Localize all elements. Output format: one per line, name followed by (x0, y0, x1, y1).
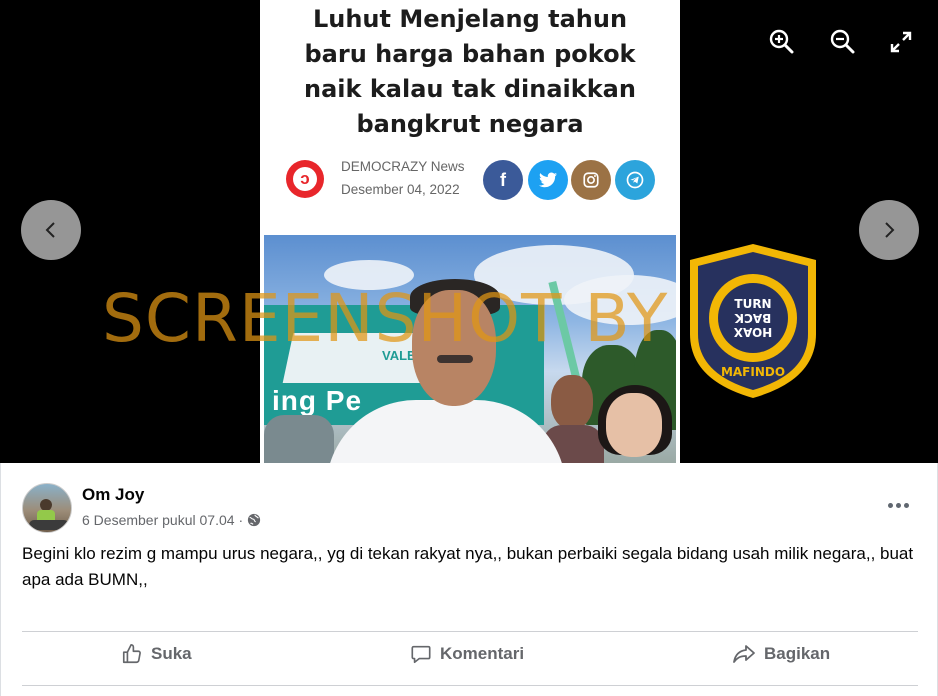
like-label: Suka (151, 644, 192, 663)
comment-button[interactable]: Komentari (410, 643, 524, 665)
post-meta: 6 Desember pukul 07.04 · (82, 512, 261, 528)
globe-icon[interactable] (247, 513, 261, 527)
photo-viewer: Luhut Menjelang tahun baru harga bahan p… (0, 0, 938, 463)
share-label: Bagikan (764, 644, 831, 663)
banner-text: ing Pe (272, 385, 363, 416)
source-date: Desember 04, 2022 (341, 182, 460, 197)
chevron-left-icon (45, 222, 55, 238)
facebook-icon: f (483, 160, 523, 200)
mafindo-badge: TURN BACK HOAX MAFINDO (690, 244, 816, 398)
post-timestamp[interactable]: 6 Desember pukul 07.04 (82, 512, 235, 528)
comment-label: Komentari (440, 644, 525, 663)
post-text: Begini klo rezim g mampu urus negara,, y… (22, 544, 914, 589)
previous-photo-button[interactable] (21, 200, 81, 260)
like-button[interactable]: Suka (121, 643, 192, 665)
fullscreen-icon[interactable] (889, 30, 913, 54)
source-logo: ɔ (286, 160, 324, 198)
zoom-out-icon[interactable] (829, 28, 855, 54)
telegram-icon (615, 160, 655, 200)
next-photo-button[interactable] (859, 200, 919, 260)
article-headline: Luhut Menjelang tahun baru harga bahan p… (304, 5, 636, 138)
more-options-button[interactable] (885, 495, 911, 515)
badge-hoax: HOAX (733, 325, 772, 339)
post-card: Om Joy 6 Desember pukul 07.04 · Begini k… (0, 463, 938, 696)
source-name: DEMOCRAZY News (341, 159, 465, 174)
badge-mafindo: MAFINDO (721, 365, 785, 379)
shared-article-image: Luhut Menjelang tahun baru harga bahan p… (260, 0, 680, 463)
twitter-icon (528, 160, 568, 200)
screenshot-watermark: SCREENSHOT BY (102, 280, 669, 357)
thumbs-up-icon (122, 644, 141, 664)
divider (22, 631, 918, 632)
badge-turn: TURN (734, 297, 771, 311)
chevron-right-icon (885, 222, 895, 238)
share-button[interactable]: Bagikan (732, 643, 830, 665)
avatar[interactable] (22, 483, 72, 533)
comment-icon (411, 645, 431, 664)
divider (22, 685, 918, 686)
meta-separator: · (238, 512, 244, 528)
instagram-icon (571, 160, 611, 200)
badge-back: BACK (734, 311, 771, 325)
post-author[interactable]: Om Joy (82, 485, 144, 505)
zoom-in-icon[interactable] (768, 28, 794, 54)
share-arrow-icon (733, 645, 755, 663)
